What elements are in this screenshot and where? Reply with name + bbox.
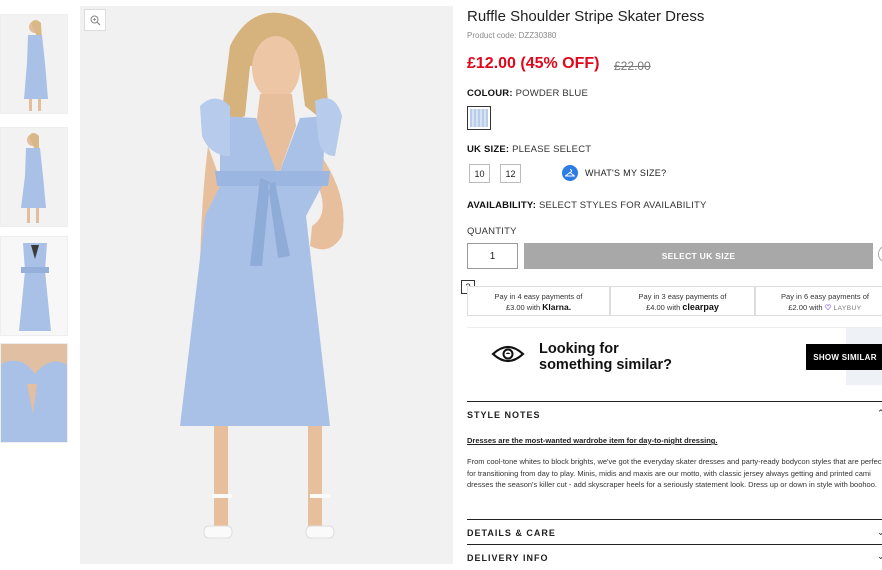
style-notes-heading[interactable]: STYLE NOTES <box>467 410 541 420</box>
klarna-amount: £3.00 with <box>505 303 541 312</box>
colour-label-row: COLOUR: POWDER BLUE <box>467 88 588 99</box>
availability-label: AVAILABILITY: <box>467 200 537 211</box>
divider <box>467 519 882 520</box>
eye-icon <box>491 345 525 363</box>
similar-line-1: Looking for <box>539 341 619 357</box>
style-notes-body: From cool-tone whites to block brights, … <box>467 457 882 489</box>
heart-icon[interactable] <box>878 245 882 263</box>
payment-option-clearpay[interactable]: Pay in 3 easy payments of £4.00 with cle… <box>610 286 755 316</box>
payment-option-laybuy[interactable]: Pay in 6 easy payments of £2.00 with ♡ L… <box>755 286 882 316</box>
size-label: UK SIZE: <box>467 144 510 155</box>
sale-price: £12.00 (45% OFF) <box>467 55 600 72</box>
divider <box>467 401 882 402</box>
similar-heading: Looking for something similar? <box>539 341 672 373</box>
laybuy-amount: £2.00 with <box>788 303 823 312</box>
chevron-down-icon[interactable]: ⌄ <box>877 527 882 538</box>
laybuy-heart-icon: ♡ <box>824 303 832 312</box>
thumbnail-2[interactable] <box>0 127 68 227</box>
details-care-heading[interactable]: DETAILS & CARE <box>467 528 556 538</box>
size-option-10[interactable]: 10 <box>469 164 490 183</box>
payment-option-klarna[interactable]: Pay in 4 easy payments of £3.00 with Kla… <box>467 286 610 316</box>
product-title: Ruffle Shoulder Stripe Skater Dress <box>467 8 705 25</box>
thumbnail-4[interactable] <box>0 343 68 443</box>
style-notes-link[interactable]: Dresses are the most-wanted wardrobe ite… <box>467 436 717 445</box>
size-value: PLEASE SELECT <box>512 144 592 155</box>
quantity-input[interactable]: 1 <box>467 243 518 269</box>
quantity-label: QUANTITY <box>467 226 517 237</box>
delivery-info-heading[interactable]: DELIVERY INFO <box>467 553 549 563</box>
thumbnail-1[interactable] <box>0 14 68 114</box>
size-option-12[interactable]: 12 <box>500 164 521 183</box>
size-label-row: UK SIZE: PLEASE SELECT <box>467 144 591 155</box>
laybuy-logo: LAYBUY <box>833 305 862 312</box>
colour-swatch-powder-blue[interactable] <box>467 106 491 130</box>
thumbnail-3[interactable] <box>0 236 68 336</box>
whats-my-size-label: WHAT'S MY SIZE? <box>585 168 667 178</box>
main-product-image[interactable] <box>80 6 453 564</box>
similar-line-2: something similar? <box>539 357 672 373</box>
whats-my-size-link[interactable]: WHAT'S MY SIZE? <box>562 165 666 181</box>
select-size-button[interactable]: SELECT UK SIZE <box>524 243 873 269</box>
similar-items-banner: Looking for something similar? SHOW SIMI… <box>467 327 882 387</box>
hanger-icon <box>562 165 578 181</box>
klarna-text: Pay in 4 easy payments of <box>494 292 583 301</box>
divider <box>467 544 882 545</box>
clearpay-logo: clearpay <box>682 302 719 312</box>
original-price: £22.00 <box>614 59 651 73</box>
clearpay-amount: £4.00 with <box>646 303 681 312</box>
availability-value: SELECT STYLES FOR AVAILABILITY <box>538 200 707 211</box>
show-similar-button[interactable]: SHOW SIMILAR <box>806 344 882 370</box>
clearpay-text: Pay in 3 easy payments of <box>638 292 727 301</box>
chevron-down-icon[interactable]: ⌄ <box>877 551 882 562</box>
product-code: Product code: DZZ30380 <box>467 31 557 40</box>
colour-value: POWDER BLUE <box>515 88 588 99</box>
zoom-icon <box>90 15 100 25</box>
zoom-button[interactable] <box>84 9 106 31</box>
chevron-up-icon[interactable]: ⌃ <box>877 408 882 419</box>
colour-label: COLOUR: <box>467 88 513 99</box>
klarna-logo: Klarna. <box>542 302 572 312</box>
laybuy-text: Pay in 6 easy payments of <box>781 292 869 301</box>
availability-row: AVAILABILITY: SELECT STYLES FOR AVAILABI… <box>467 200 707 211</box>
